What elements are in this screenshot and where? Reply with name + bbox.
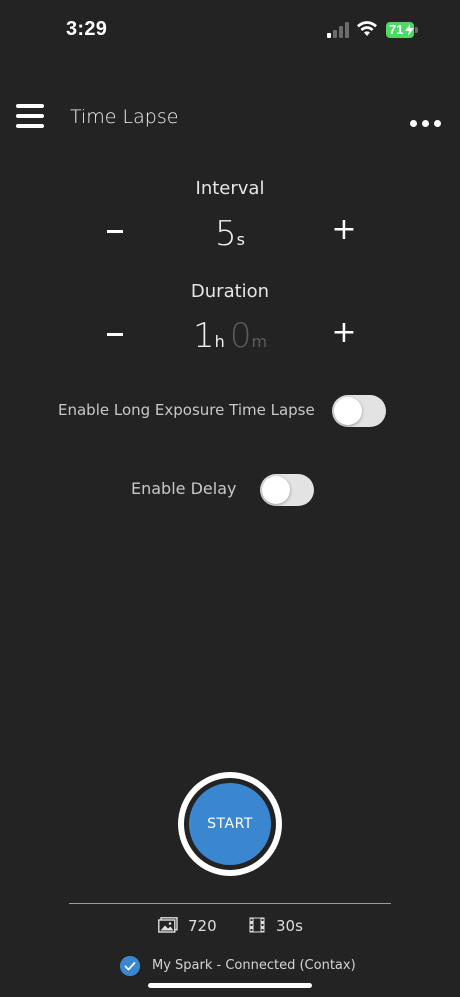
charging-bolt-icon	[405, 24, 414, 36]
duration-increase-button[interactable]: +	[322, 311, 366, 355]
connection-status[interactable]: My Spark - Connected (Contax)	[152, 958, 356, 973]
toggle-knob	[334, 397, 362, 425]
divider	[69, 903, 391, 904]
interval-label: Interval	[195, 178, 265, 199]
page-title: Time Lapse	[70, 106, 179, 128]
minus-icon	[107, 333, 123, 336]
delay-toggle[interactable]	[260, 474, 314, 506]
toggle-knob	[262, 476, 290, 504]
duration-label: Duration	[190, 281, 270, 302]
video-length: 30s	[276, 917, 303, 935]
duration-hours-unit: h	[214, 332, 225, 351]
home-indicator[interactable]	[148, 983, 312, 988]
delay-label: Enable Delay	[131, 479, 237, 498]
interval-increase-button[interactable]: +	[322, 208, 366, 252]
long-exposure-label: Enable Long Exposure Time Lapse	[58, 401, 315, 419]
connected-check-icon	[120, 956, 140, 976]
interval-number: 5	[215, 214, 237, 254]
photos-icon	[158, 917, 178, 933]
duration-minutes-unit: m	[251, 332, 268, 351]
battery-nub	[415, 27, 418, 33]
duration-value: 1h 0m	[130, 316, 330, 356]
film-icon	[249, 917, 265, 933]
minus-icon	[107, 230, 123, 233]
wifi-icon	[357, 21, 377, 36]
long-exposure-toggle[interactable]	[332, 395, 386, 427]
cellular-signal-icon	[327, 22, 349, 38]
interval-value: 5s	[130, 214, 330, 254]
photo-count: 720	[188, 917, 217, 935]
duration-hours: 1	[192, 316, 215, 356]
interval-unit: s	[236, 230, 245, 249]
status-time: 3:29	[66, 18, 108, 40]
more-options-icon[interactable]	[410, 112, 450, 132]
duration-minutes: 0	[229, 316, 252, 356]
start-button[interactable]: START	[189, 783, 271, 865]
hamburger-menu-icon[interactable]	[14, 104, 46, 132]
